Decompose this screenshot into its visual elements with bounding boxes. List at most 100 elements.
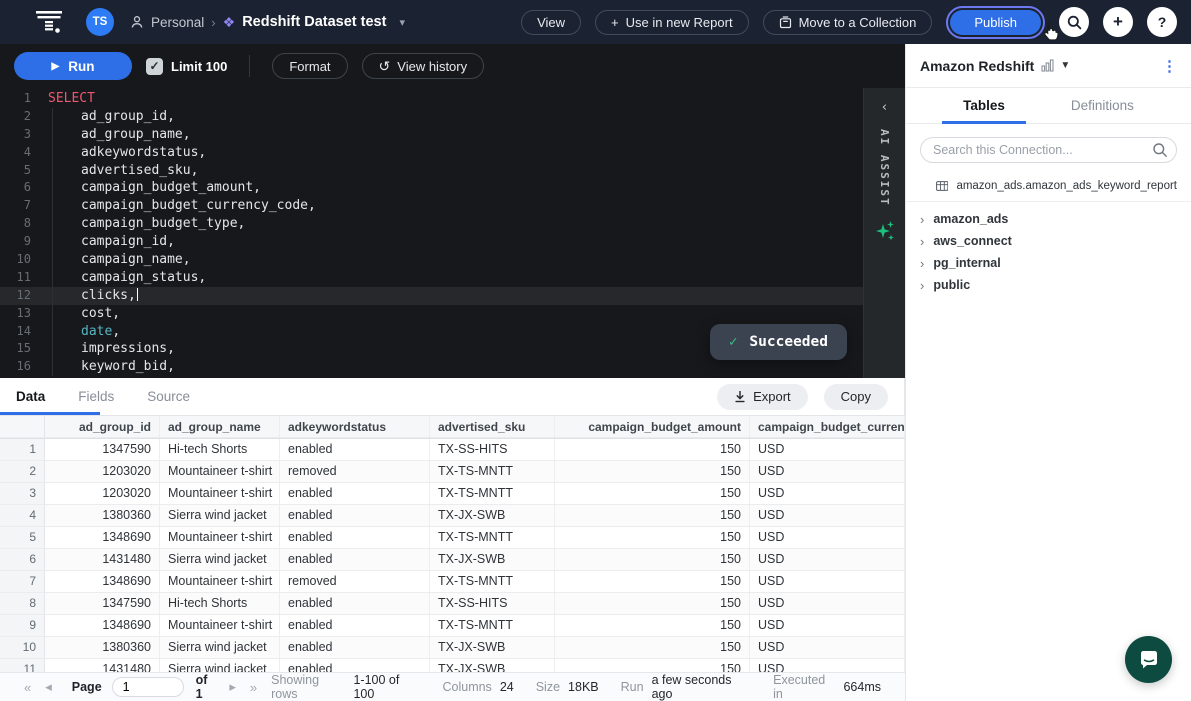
column-header[interactable]: adkeywordstatus xyxy=(280,416,430,438)
table-row[interactable]: 21203020Mountaineer t-shirtremovedTX-TS-… xyxy=(0,461,905,483)
connection-search-input[interactable] xyxy=(920,137,1177,163)
table-row[interactable]: 101380360Sierra wind jacketenabledTX-JX-… xyxy=(0,637,905,659)
table-cell[interactable]: 150 xyxy=(555,505,750,527)
table-cell[interactable]: 150 xyxy=(555,593,750,615)
column-header[interactable]: ad_group_id xyxy=(45,416,160,438)
table-row[interactable]: 61431480Sierra wind jacketenabledTX-JX-S… xyxy=(0,549,905,571)
document-title[interactable]: Redshift Dataset test xyxy=(242,14,386,30)
code-line[interactable]: 13cost, xyxy=(0,305,863,323)
table-cell[interactable]: 1380360 xyxy=(45,637,160,659)
schema-item-aws_connect[interactable]: ›aws_connect xyxy=(906,230,1191,252)
table-cell[interactable]: 1347590 xyxy=(45,593,160,615)
table-cell[interactable]: enabled xyxy=(280,637,430,659)
table-cell[interactable]: enabled xyxy=(280,527,430,549)
last-page-icon[interactable]: » xyxy=(250,680,257,695)
run-button[interactable]: ▶ Run xyxy=(14,52,132,80)
search-button[interactable] xyxy=(1059,7,1089,37)
tab-data[interactable]: Data xyxy=(16,389,45,404)
table-cell[interactable]: Sierra wind jacket xyxy=(160,659,280,672)
table-cell[interactable]: removed xyxy=(280,461,430,483)
view-button[interactable]: View xyxy=(521,10,581,35)
table-cell[interactable]: TX-JX-SWB xyxy=(430,659,555,672)
table-cell[interactable]: enabled xyxy=(280,615,430,637)
code-line[interactable]: 1SELECT xyxy=(0,90,863,108)
code-line[interactable]: 9campaign_id, xyxy=(0,233,863,251)
table-row[interactable]: 51348690Mountaineer t-shirtenabledTX-TS-… xyxy=(0,527,905,549)
table-cell[interactable]: TX-TS-MNTT xyxy=(430,527,555,549)
tab-source[interactable]: Source xyxy=(147,389,190,404)
breadcrumb-workspace[interactable]: Personal xyxy=(151,15,204,30)
app-logo-icon[interactable] xyxy=(36,10,62,34)
table-cell[interactable]: USD xyxy=(750,461,905,483)
table-cell[interactable]: 150 xyxy=(555,637,750,659)
table-row[interactable]: 41380360Sierra wind jacketenabledTX-JX-S… xyxy=(0,505,905,527)
chevron-right-icon[interactable]: › xyxy=(920,257,924,270)
table-cell[interactable]: Mountaineer t-shirt xyxy=(160,527,280,549)
help-button[interactable]: ? xyxy=(1147,7,1177,37)
table-cell[interactable]: USD xyxy=(750,659,905,672)
table-cell[interactable]: USD xyxy=(750,615,905,637)
title-chevron-down-icon[interactable]: ▾ xyxy=(399,16,405,29)
export-button[interactable]: Export xyxy=(717,384,808,410)
format-button[interactable]: Format xyxy=(272,53,347,79)
table-cell[interactable]: 1380360 xyxy=(45,505,160,527)
table-cell[interactable]: enabled xyxy=(280,549,430,571)
table-cell[interactable]: USD xyxy=(750,637,905,659)
table-row[interactable]: 91348690Mountaineer t-shirtenabledTX-TS-… xyxy=(0,615,905,637)
table-cell[interactable]: 1431480 xyxy=(45,549,160,571)
table-cell[interactable]: 1431480 xyxy=(45,659,160,672)
table-cell[interactable]: Sierra wind jacket xyxy=(160,637,280,659)
code-line[interactable]: 11campaign_status, xyxy=(0,269,863,287)
table-cell[interactable]: 150 xyxy=(555,659,750,672)
tab-tables[interactable]: Tables xyxy=(953,88,1015,123)
table-cell[interactable]: TX-TS-MNTT xyxy=(430,615,555,637)
table-cell[interactable]: TX-SS-HITS xyxy=(430,439,555,461)
chevron-right-icon[interactable]: › xyxy=(920,235,924,248)
table-cell[interactable]: 1347590 xyxy=(45,439,160,461)
limit-checkbox[interactable]: ✓ xyxy=(146,58,163,75)
table-cell[interactable]: 1348690 xyxy=(45,527,160,549)
column-header[interactable]: ad_group_name xyxy=(160,416,280,438)
table-cell[interactable]: 1203020 xyxy=(45,461,160,483)
sql-editor[interactable]: 1SELECT2ad_group_id,3ad_group_name,4adke… xyxy=(0,88,905,378)
column-header[interactable]: campaign_budget_currency_code xyxy=(750,416,905,438)
table-cell[interactable]: Mountaineer t-shirt xyxy=(160,461,280,483)
schema-item-pg_internal[interactable]: ›pg_internal xyxy=(906,252,1191,274)
connection-menu-icon[interactable]: ⋮ xyxy=(1162,57,1177,75)
table-cell[interactable]: 1348690 xyxy=(45,571,160,593)
table-cell[interactable]: USD xyxy=(750,527,905,549)
code-line[interactable]: 10campaign_name, xyxy=(0,251,863,269)
table-cell[interactable]: removed xyxy=(280,571,430,593)
table-cell[interactable]: USD xyxy=(750,549,905,571)
table-cell[interactable]: enabled xyxy=(280,659,430,672)
code-line[interactable]: 7campaign_budget_currency_code, xyxy=(0,197,863,215)
schema-item-amazon_ads[interactable]: ›amazon_ads xyxy=(906,208,1191,230)
next-page-icon[interactable]: ▸ xyxy=(229,679,236,695)
table-cell[interactable]: TX-TS-MNTT xyxy=(430,571,555,593)
table-cell[interactable]: USD xyxy=(750,593,905,615)
tab-definitions[interactable]: Definitions xyxy=(1061,88,1144,123)
table-cell[interactable]: 150 xyxy=(555,549,750,571)
first-page-icon[interactable]: « xyxy=(24,680,31,695)
table-cell[interactable]: TX-JX-SWB xyxy=(430,637,555,659)
use-in-new-report-button[interactable]: + Use in new Report xyxy=(595,10,749,35)
table-cell[interactable]: TX-TS-MNTT xyxy=(430,483,555,505)
connection-chevron-down-icon[interactable]: ▼ xyxy=(1060,60,1070,71)
recent-table-item[interactable]: amazon_ads.amazon_ads_keyword_report xyxy=(906,173,1191,202)
table-row[interactable]: 11347590Hi-tech ShortsenabledTX-SS-HITS1… xyxy=(0,439,905,461)
table-cell[interactable]: enabled xyxy=(280,505,430,527)
table-cell[interactable]: Hi-tech Shorts xyxy=(160,439,280,461)
chevron-right-icon[interactable]: › xyxy=(920,213,924,226)
table-cell[interactable]: USD xyxy=(750,571,905,593)
table-row[interactable]: 111431480Sierra wind jacketenabledTX-JX-… xyxy=(0,659,905,672)
move-to-collection-button[interactable]: Move to a Collection xyxy=(763,10,933,35)
code-line[interactable]: 6campaign_budget_amount, xyxy=(0,179,863,197)
code-line[interactable]: 5advertised_sku, xyxy=(0,162,863,180)
table-cell[interactable]: 1203020 xyxy=(45,483,160,505)
table-cell[interactable]: 150 xyxy=(555,483,750,505)
page-input[interactable] xyxy=(112,677,184,697)
collapse-chevron-icon[interactable]: ‹ xyxy=(881,100,889,115)
column-header[interactable]: advertised_sku xyxy=(430,416,555,438)
code-line[interactable]: 3ad_group_name, xyxy=(0,126,863,144)
table-cell[interactable]: TX-SS-HITS xyxy=(430,593,555,615)
